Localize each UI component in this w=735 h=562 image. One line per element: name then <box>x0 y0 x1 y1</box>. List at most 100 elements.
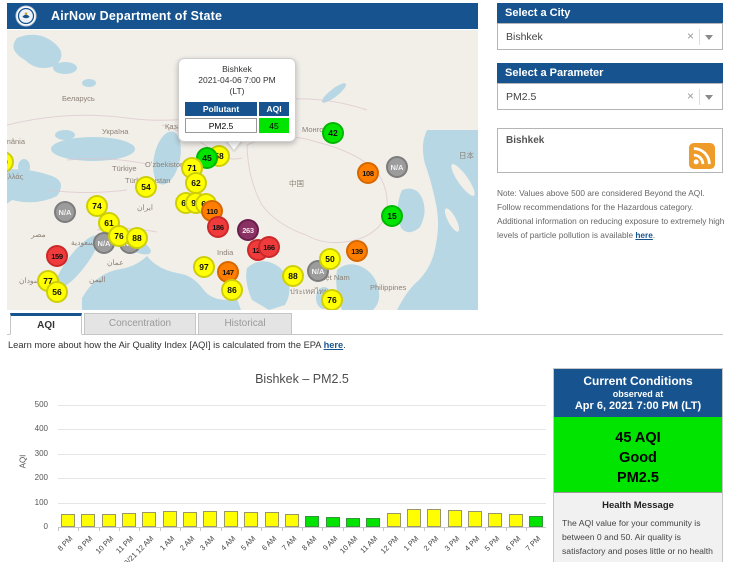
parameter-clear-icon[interactable]: × <box>687 89 694 103</box>
map-country-label: مصر <box>31 230 46 239</box>
tab-concentration[interactable]: Concentration <box>84 313 196 335</box>
aqi-bar-chart: Bishkek – PM2.5 AQI 01002003004005008 PM… <box>10 362 546 562</box>
chart-x-tick <box>465 527 466 531</box>
chart-bar[interactable] <box>244 512 258 527</box>
note-here-link[interactable]: here <box>635 230 653 240</box>
chart-y-tick-label: 400 <box>10 424 48 433</box>
aqi-map-marker[interactable]: 186 <box>207 216 229 238</box>
current-pollutant: PM2.5 <box>554 468 722 488</box>
chart-bar[interactable] <box>427 509 441 527</box>
current-conditions-panel: Current Conditions observed at Apr 6, 20… <box>553 368 723 562</box>
chart-gridline <box>58 429 546 430</box>
chart-bar[interactable] <box>102 514 116 527</box>
chart-bar[interactable] <box>387 513 401 527</box>
aqi-map-marker[interactable]: 76 <box>321 289 343 310</box>
chart-gridline <box>58 478 546 479</box>
chevron-down-icon[interactable] <box>705 95 713 100</box>
city-clear-icon[interactable]: × <box>687 29 694 43</box>
aqi-map-marker[interactable]: 263 <box>237 219 259 241</box>
aqi-map-marker[interactable]: N/A <box>54 201 76 223</box>
chart-bar[interactable] <box>142 512 156 527</box>
aqi-map-marker[interactable]: 88 <box>126 227 148 249</box>
aqi-map[interactable]: Bishkek 2021-04-06 7:00 PM (LT) Pollutan… <box>7 30 478 310</box>
map-popup: Bishkek 2021-04-06 7:00 PM (LT) Pollutan… <box>178 58 296 142</box>
chart-bar[interactable] <box>468 511 482 527</box>
current-aqi-value: 45 AQI <box>554 428 722 448</box>
chart-bar[interactable] <box>122 513 136 527</box>
current-aqi-block: 45 AQI Good PM2.5 <box>554 417 722 493</box>
chart-x-tick <box>99 527 100 531</box>
chart-bar[interactable] <box>163 511 177 527</box>
chart-bar[interactable] <box>265 512 279 527</box>
aqi-map-marker[interactable]: 62 <box>185 172 207 194</box>
popup-table: Pollutant AQI PM2.5 45 <box>183 100 291 135</box>
aqi-map-marker[interactable]: 86 <box>221 279 243 301</box>
aqi-map-marker[interactable]: 97 <box>193 256 215 278</box>
aqi-map-marker[interactable]: 50 <box>319 248 341 270</box>
learn-more-here-link[interactable]: here <box>324 340 344 350</box>
chart-bar[interactable] <box>285 514 299 527</box>
chevron-down-icon[interactable] <box>705 35 713 40</box>
aqi-map-marker[interactable]: 108 <box>357 162 379 184</box>
aqi-map-marker[interactable]: 139 <box>346 240 368 262</box>
chart-gridline <box>58 405 546 406</box>
city-select-value: Bishkek <box>506 31 543 43</box>
rss-feed-box: Bishkek <box>497 128 723 173</box>
chart-bar[interactable] <box>203 511 217 527</box>
aqi-map-marker[interactable]: 159 <box>46 245 68 267</box>
rss-icon[interactable] <box>689 143 715 169</box>
chart-bar[interactable] <box>183 512 197 527</box>
observed-datetime: Apr 6, 2021 7:00 PM (LT) <box>554 400 722 412</box>
chart-x-tick <box>444 527 445 531</box>
chart-x-tick <box>506 527 507 531</box>
current-aqi-category: Good <box>554 448 722 468</box>
chart-bar[interactable] <box>366 518 380 527</box>
chart-bar[interactable] <box>448 510 462 527</box>
tab-aqi[interactable]: AQI <box>10 313 82 335</box>
chart-bar[interactable] <box>61 514 75 527</box>
popup-datetime: 2021-04-06 7:00 PM <box>183 75 291 86</box>
popup-city: Bishkek <box>183 64 291 75</box>
city-select[interactable]: Bishkek × <box>497 23 723 50</box>
parameter-select-value: PM2.5 <box>506 91 536 103</box>
rss-feed-title: Bishkek <box>506 135 544 146</box>
chart-x-tick <box>78 527 79 531</box>
popup-timezone: (LT) <box>183 86 291 97</box>
chart-y-tick-label: 300 <box>10 449 48 458</box>
aqi-map-marker[interactable]: 42 <box>322 122 344 144</box>
chart-x-tick <box>424 527 425 531</box>
chart-bar[interactable] <box>346 518 360 527</box>
chart-x-tick <box>526 527 527 531</box>
aqi-map-marker[interactable]: 15 <box>381 205 403 227</box>
aqi-map-marker[interactable]: N/A <box>386 156 408 178</box>
tab-historical[interactable]: Historical <box>198 313 292 335</box>
aqi-map-marker[interactable]: 56 <box>46 281 68 303</box>
health-message-title: Health Message <box>554 500 722 511</box>
popup-aqi-value: 45 <box>259 118 289 133</box>
current-conditions-header: Current Conditions observed at Apr 6, 20… <box>554 369 722 417</box>
chart-bar[interactable] <box>224 511 238 527</box>
chart-x-tick <box>343 527 344 531</box>
chart-x-tick <box>322 527 323 531</box>
chart-bar[interactable] <box>407 509 421 527</box>
chart-title: Bishkek – PM2.5 <box>58 372 546 386</box>
chart-bar[interactable] <box>529 516 543 527</box>
chart-x-tick <box>200 527 201 531</box>
popup-col-pollutant: Pollutant <box>185 102 257 116</box>
current-conditions-title: Current Conditions <box>554 374 722 388</box>
parameter-select[interactable]: PM2.5 × <box>497 83 723 110</box>
map-country-label: România <box>7 137 25 146</box>
aqi-map-marker[interactable]: 166 <box>258 236 280 258</box>
chart-bar[interactable] <box>488 513 502 527</box>
note-period: . <box>653 230 655 240</box>
map-country-label: Ελλάς <box>7 172 23 181</box>
chart-bar[interactable] <box>509 514 523 527</box>
chart-bar[interactable] <box>326 517 340 527</box>
chart-bar[interactable] <box>81 514 95 527</box>
parameter-select-header: Select a Parameter <box>497 63 723 83</box>
aqi-map-marker[interactable]: 54 <box>135 176 157 198</box>
chart-bar[interactable] <box>305 516 319 527</box>
chart-x-tick <box>221 527 222 531</box>
aqi-map-marker[interactable]: 88 <box>282 265 304 287</box>
divider <box>699 89 700 105</box>
